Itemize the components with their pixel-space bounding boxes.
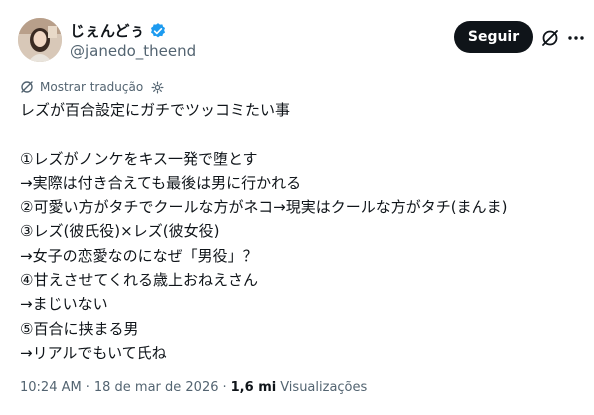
verified-badge-icon (150, 22, 165, 37)
author-name-row: じぇんどぅ (70, 20, 167, 41)
tweet-line: →実際は付き合えても最後は男に行かれる (20, 173, 302, 192)
author-handle[interactable]: @janedo_theend (70, 42, 196, 60)
display-name[interactable]: じぇんどぅ (70, 20, 145, 41)
tweet-line: ①レズがノンケをキス一発で堕とす (20, 149, 258, 168)
tweet-line: →リアルでもいて氏ね (20, 343, 167, 362)
follow-button[interactable]: Seguir (454, 21, 533, 53)
meta-separator: · (222, 380, 227, 395)
gear-icon[interactable] (151, 81, 164, 94)
tweet-line: ④甘えさせてくれる歳上おねえさん (20, 271, 258, 290)
more-icon[interactable] (566, 28, 586, 48)
tweet-line: ⑤百合に挟まる男 (20, 319, 139, 338)
tweet-line: →女子の恋愛なのになぜ「男役」？ (20, 246, 258, 265)
tweet-line: ③レズ(彼氏役)×レズ(彼女役) (20, 222, 220, 241)
translate-icon (21, 81, 33, 93)
tweet-header: じぇんどぅ @janedo_theend Seguir (0, 0, 594, 76)
tweet-date[interactable]: 18 de mar de 2026 (94, 380, 219, 395)
meta-separator: · (85, 380, 90, 395)
tweet-line: →まじいない (20, 295, 108, 314)
show-translation-link[interactable]: Mostrar tradução (40, 80, 143, 94)
grok-icon[interactable] (540, 28, 560, 48)
tweet-line: ②可愛い方がタチでクールな方がネコ→現実はクールな方がタチ(まんま) (20, 198, 508, 217)
tweet-text: レズが百合設定にガチでツッコミたい事 ①レズがノンケをキス一発で堕とす →実際は… (20, 98, 580, 365)
avatar-image (18, 18, 62, 62)
views-count: 1,6 mi (230, 380, 277, 395)
avatar[interactable] (18, 18, 62, 62)
tweet-line: レズが百合設定にガチでツッコミたい事 (20, 101, 291, 119)
show-translation-row[interactable]: Mostrar tradução (20, 80, 164, 94)
tweet-time[interactable]: 10:24 AM (20, 380, 82, 395)
views-label: Visualizações (280, 380, 368, 395)
tweet-meta: 10:24 AM · 18 de mar de 2026 · 1,6 mi Vi… (20, 380, 367, 395)
